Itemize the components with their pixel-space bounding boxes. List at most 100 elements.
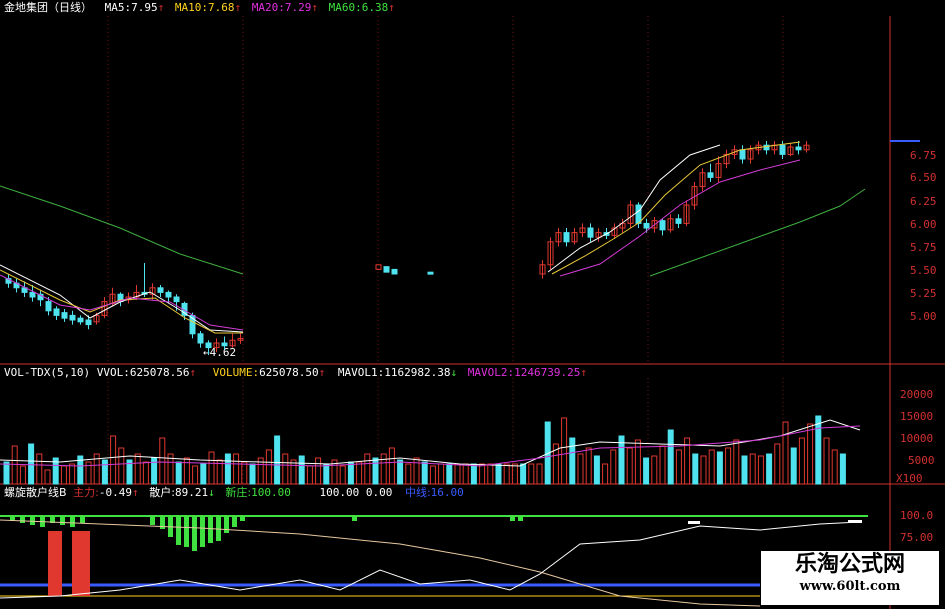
volume-bar [446, 463, 453, 485]
candle-body [221, 342, 228, 347]
volume-bar [675, 449, 682, 485]
zhuli-bar [80, 517, 85, 523]
zhuli-bar [510, 517, 515, 521]
price-axis: 6.75 6.50 6.25 6.00 5.75 5.50 5.25 5.00 [890, 140, 937, 323]
volume-bar [183, 457, 190, 485]
volume-bar [429, 465, 436, 485]
volume-bar [790, 447, 797, 485]
price-tick-label: 6.50 [910, 171, 937, 184]
zhuli-bar [208, 517, 213, 543]
price-tick-label: 6.00 [910, 218, 937, 231]
candle-body [643, 222, 650, 229]
volume-bar [757, 455, 764, 485]
volume-bar [36, 453, 43, 485]
candle-body [795, 146, 802, 151]
ma20-line [559, 159, 801, 277]
candle-body [69, 314, 76, 321]
chart-canvas: 6.75 6.50 6.25 6.00 5.75 5.50 5.25 5.00 … [0, 16, 945, 609]
volume-bar [208, 451, 215, 485]
volume-bar [749, 453, 756, 485]
volume-bar [159, 437, 166, 485]
candle-body [391, 268, 398, 275]
zhuli-bar [20, 517, 25, 523]
zhuli-bar [160, 517, 165, 529]
volume-bar [372, 457, 379, 485]
volume-bar [823, 437, 830, 485]
volume-bar [405, 463, 412, 485]
volume-bar [306, 465, 313, 485]
candle-body [659, 220, 666, 231]
volume-bar [839, 453, 846, 485]
candle-body [707, 172, 714, 178]
volume-bar [438, 463, 445, 485]
volume-bar [520, 463, 527, 485]
volume-bar [798, 437, 805, 485]
price-tick-label: 6.75 [910, 149, 937, 162]
volume-bar [561, 417, 568, 485]
volume-bar [110, 435, 117, 485]
spiral-axis: 100.0 75.00 [900, 509, 933, 544]
volume-bar [265, 449, 272, 485]
volume-bar [536, 463, 543, 485]
candle-body [563, 232, 570, 243]
spiral-pane [0, 515, 868, 607]
volume-bar [602, 463, 609, 485]
volume-bar [397, 459, 404, 485]
price-tick-label: 6.25 [910, 195, 937, 208]
volume-bar [323, 463, 330, 485]
price-pane [0, 16, 866, 364]
watermark-title: 乐淘公式网 [794, 552, 905, 577]
volume-bar [69, 463, 76, 485]
watermark-logo: 乐淘公式网 www.60lt.com [761, 551, 939, 605]
volume-bar [19, 465, 26, 485]
candle-body [427, 271, 434, 275]
candle-body [77, 317, 84, 323]
price-tick-label: 5.00 [910, 310, 937, 323]
volume-bar [807, 423, 814, 485]
volume-bar [733, 439, 740, 485]
volume-bar [593, 455, 600, 485]
zhuli-bar [70, 517, 75, 527]
volume-bar [741, 455, 748, 485]
zhuli-bar [240, 517, 245, 521]
zhuli-bar [184, 517, 189, 547]
volume-tick-label: 10000 [900, 432, 933, 445]
volume-pane [0, 378, 861, 485]
signal-bar [72, 531, 90, 596]
zhuli-bar [518, 517, 523, 521]
volume-bar [421, 461, 428, 485]
volume-bar [659, 445, 666, 485]
volume-bar [200, 463, 207, 485]
volume-bar [479, 463, 486, 485]
volume-axis: 20000 15000 10000 5000 X100 [896, 388, 935, 485]
volume-bar [224, 453, 231, 485]
volume-tick-label: 20000 [900, 388, 933, 401]
volume-bar [282, 453, 289, 485]
volume-bar [651, 455, 658, 485]
candle-body [205, 342, 212, 349]
candle-body [779, 144, 786, 155]
volume-bar [692, 453, 699, 485]
signal-bar [48, 531, 62, 596]
candle-body [739, 149, 746, 160]
volume-bar [766, 453, 773, 485]
volume-bar [298, 455, 305, 485]
volume-bar [643, 457, 650, 485]
volume-bar [60, 465, 67, 485]
zhuli-bar [176, 517, 181, 545]
candle-body [587, 227, 594, 238]
volume-bar [249, 463, 256, 485]
zhuli-bar [352, 517, 357, 521]
volume-bar [487, 463, 494, 485]
volume-bar [495, 463, 502, 485]
volume-bar [364, 453, 371, 485]
spiral-tick-label: 75.00 [900, 531, 933, 544]
candle-body [635, 204, 642, 224]
zhuli-line [0, 521, 861, 599]
candle-body [383, 266, 390, 273]
volume-bar [528, 463, 535, 485]
volume-bar [339, 465, 346, 485]
price-tick-label: 5.25 [910, 287, 937, 300]
volume-bar [831, 449, 838, 485]
watermark-url: www.60lt.com [799, 579, 901, 594]
